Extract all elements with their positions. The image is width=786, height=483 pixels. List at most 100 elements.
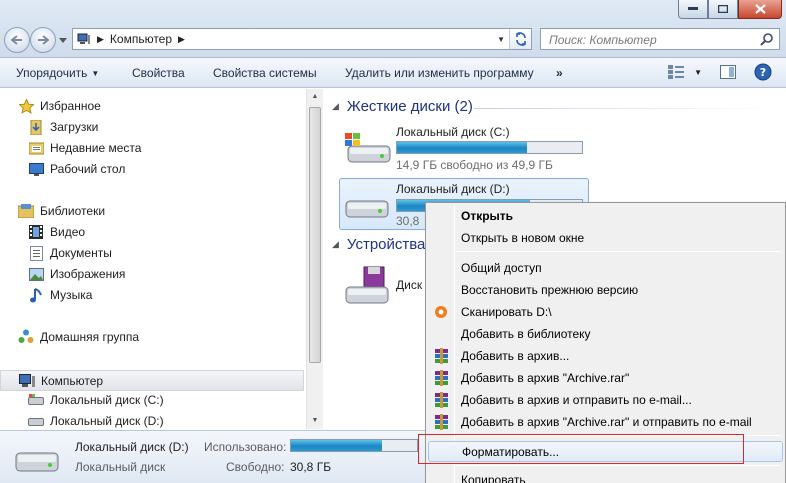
sidebar-item-recent-places[interactable]: Недавние места [28,140,141,156]
format-highlight-box [418,434,744,464]
drive-c-name: Локальный диск (C:) [396,125,510,139]
sidebar-item-label: Домашняя группа [40,330,140,344]
uninstall-program-button[interactable]: Удалить или изменить программу [345,66,534,80]
scroll-up-arrow-icon[interactable]: ▲ [307,89,323,105]
address-bar[interactable]: ▶ Компьютер ▶ ▼ [72,28,532,50]
details-free-label: Свободно: [226,460,285,474]
sidebar-item-libraries[interactable]: Библиотеки [18,203,105,219]
preview-pane-icon[interactable] [720,65,736,79]
title-bar: ▶ Компьютер ▶ ▼ Поиск: Компьютер [0,0,786,58]
chevron-right-icon[interactable]: ▶ [97,34,104,45]
sidebar-item-label: Документы [50,246,112,260]
navigation-scrollbar[interactable]: ▲ ▼ [306,89,323,429]
chevron-down-icon: ▼ [694,67,702,77]
computer-icon [77,33,90,44]
menu-item-open[interactable]: Открыть [428,205,783,226]
maximize-button[interactable] [708,0,738,19]
chevron-right-icon[interactable]: ▶ [178,34,185,45]
menu-item-share[interactable]: Общий доступ [428,257,783,278]
breadcrumb-computer[interactable]: Компьютер [110,32,172,46]
sidebar-item-disk-d[interactable]: Локальный диск (D:) [28,413,164,429]
sidebar-item-desktop[interactable]: Рабочий стол [28,161,125,177]
address-dropdown-icon[interactable]: ▼ [497,35,505,44]
menu-item-copy[interactable]: Копировать [428,469,783,483]
menu-item-label: Копировать [461,472,526,483]
details-usage-bar [290,439,418,452]
menu-item-label: Добавить в архив "Archive.rar" [461,370,630,385]
menu-item-label: Общий доступ [461,260,542,275]
libraries-icon [18,203,34,219]
sidebar-item-computer[interactable]: Компьютер [0,370,304,391]
more-commands-button[interactable]: » [556,66,563,80]
removable-drive-name: Диск [396,278,423,292]
details-usage-fill [291,440,382,451]
homegroup-icon [18,329,34,345]
desktop-icon [28,161,44,177]
forward-button[interactable] [30,27,56,53]
refresh-icon [515,32,526,46]
menu-item-open-new-window[interactable]: Открыть в новом окне [428,227,783,248]
menu-item-restore-previous-version[interactable]: Восстановить прежнюю версию [428,279,783,300]
sidebar-item-homegroup[interactable]: Домашняя группа [18,329,139,345]
sidebar-item-downloads[interactable]: Загрузки [28,119,98,135]
drive-icon [345,200,389,218]
recent-pages-dropdown-icon[interactable] [58,34,68,46]
collapse-triangle-icon[interactable]: ◢ [332,239,339,250]
search-icon[interactable] [760,33,773,46]
sidebar-item-video[interactable]: Видео [28,224,85,240]
documents-icon [28,245,44,261]
sidebar-item-disk-c[interactable]: Локальный диск (C:) [28,392,164,408]
back-button[interactable] [4,27,30,53]
devices-group-header[interactable]: ◢ Устройства [332,236,425,253]
window-controls [678,0,782,20]
downloads-folder-icon [28,119,44,135]
drive-c-usage-fill [397,142,527,153]
menu-item-add-archive-rar-email[interactable]: Добавить в архив "Archive.rar" и отправи… [428,411,783,432]
scroll-down-arrow-icon[interactable]: ▼ [307,413,323,429]
drive-c-usage-bar [396,141,583,154]
sidebar-item-images[interactable]: Изображения [28,266,125,282]
search-box[interactable]: Поиск: Компьютер [540,28,780,50]
menu-item-add-to-library[interactable]: Добавить в библиотеку [428,323,783,344]
details-used-label: Использовано: [204,440,287,454]
help-icon[interactable]: ? [754,63,772,81]
minimize-button[interactable] [678,0,708,19]
menu-item-add-to-archive[interactable]: Добавить в архив... [428,345,783,366]
drive-c-free-space: 14,9 ГБ свободно из 49,9 ГБ [396,158,553,172]
hard-drives-group-header[interactable]: ◢ Жесткие диски (2) [332,98,473,115]
antivirus-icon [428,301,454,322]
back-arrow-icon [11,35,22,45]
recent-places-icon [28,140,44,156]
sidebar-item-music[interactable]: Музыка [28,287,92,303]
sidebar-item-label: Недавние места [50,141,142,155]
winrar-icon [428,389,454,410]
close-button[interactable] [738,0,782,19]
refresh-button[interactable] [509,29,531,49]
collapse-triangle-icon[interactable]: ◢ [332,101,339,112]
scrollbar-thumb[interactable] [309,107,321,363]
sidebar-item-label: Библиотеки [40,204,106,218]
menu-item-label: Открыть в новом окне [461,230,585,245]
sidebar-item-favorites[interactable]: Избранное [18,98,101,114]
system-properties-button[interactable]: Свойства системы [213,66,317,80]
group-title: Жесткие диски (2) [346,98,473,115]
sidebar-item-documents[interactable]: Документы [28,245,112,261]
properties-button[interactable]: Свойства [132,66,185,80]
sidebar-item-label: Избранное [40,99,101,113]
removable-drive-tile[interactable]: Диск [340,265,430,309]
drive-c-tile[interactable]: Локальный диск (C:) 14,9 ГБ свободно из … [340,122,590,172]
sidebar-item-label: Изображения [50,267,126,281]
menu-item-add-to-archive-rar[interactable]: Добавить в архив "Archive.rar" [428,367,783,388]
winrar-icon [428,345,454,366]
menu-item-label: Добавить в архив и отправить по e-mail..… [461,392,692,407]
images-icon [28,266,44,282]
organize-button[interactable]: Упорядочить ▼ [16,66,99,80]
star-icon [18,98,34,114]
menu-item-label: Открыть [461,208,514,223]
menu-item-add-archive-email[interactable]: Добавить в архив и отправить по e-mail..… [428,389,783,410]
change-view-button[interactable]: ▼ [668,65,702,79]
menu-separator [456,251,780,252]
chevron-down-icon: ▼ [91,69,100,78]
menu-item-scan[interactable]: Сканировать D:\ [428,301,783,322]
group-divider [474,108,774,109]
